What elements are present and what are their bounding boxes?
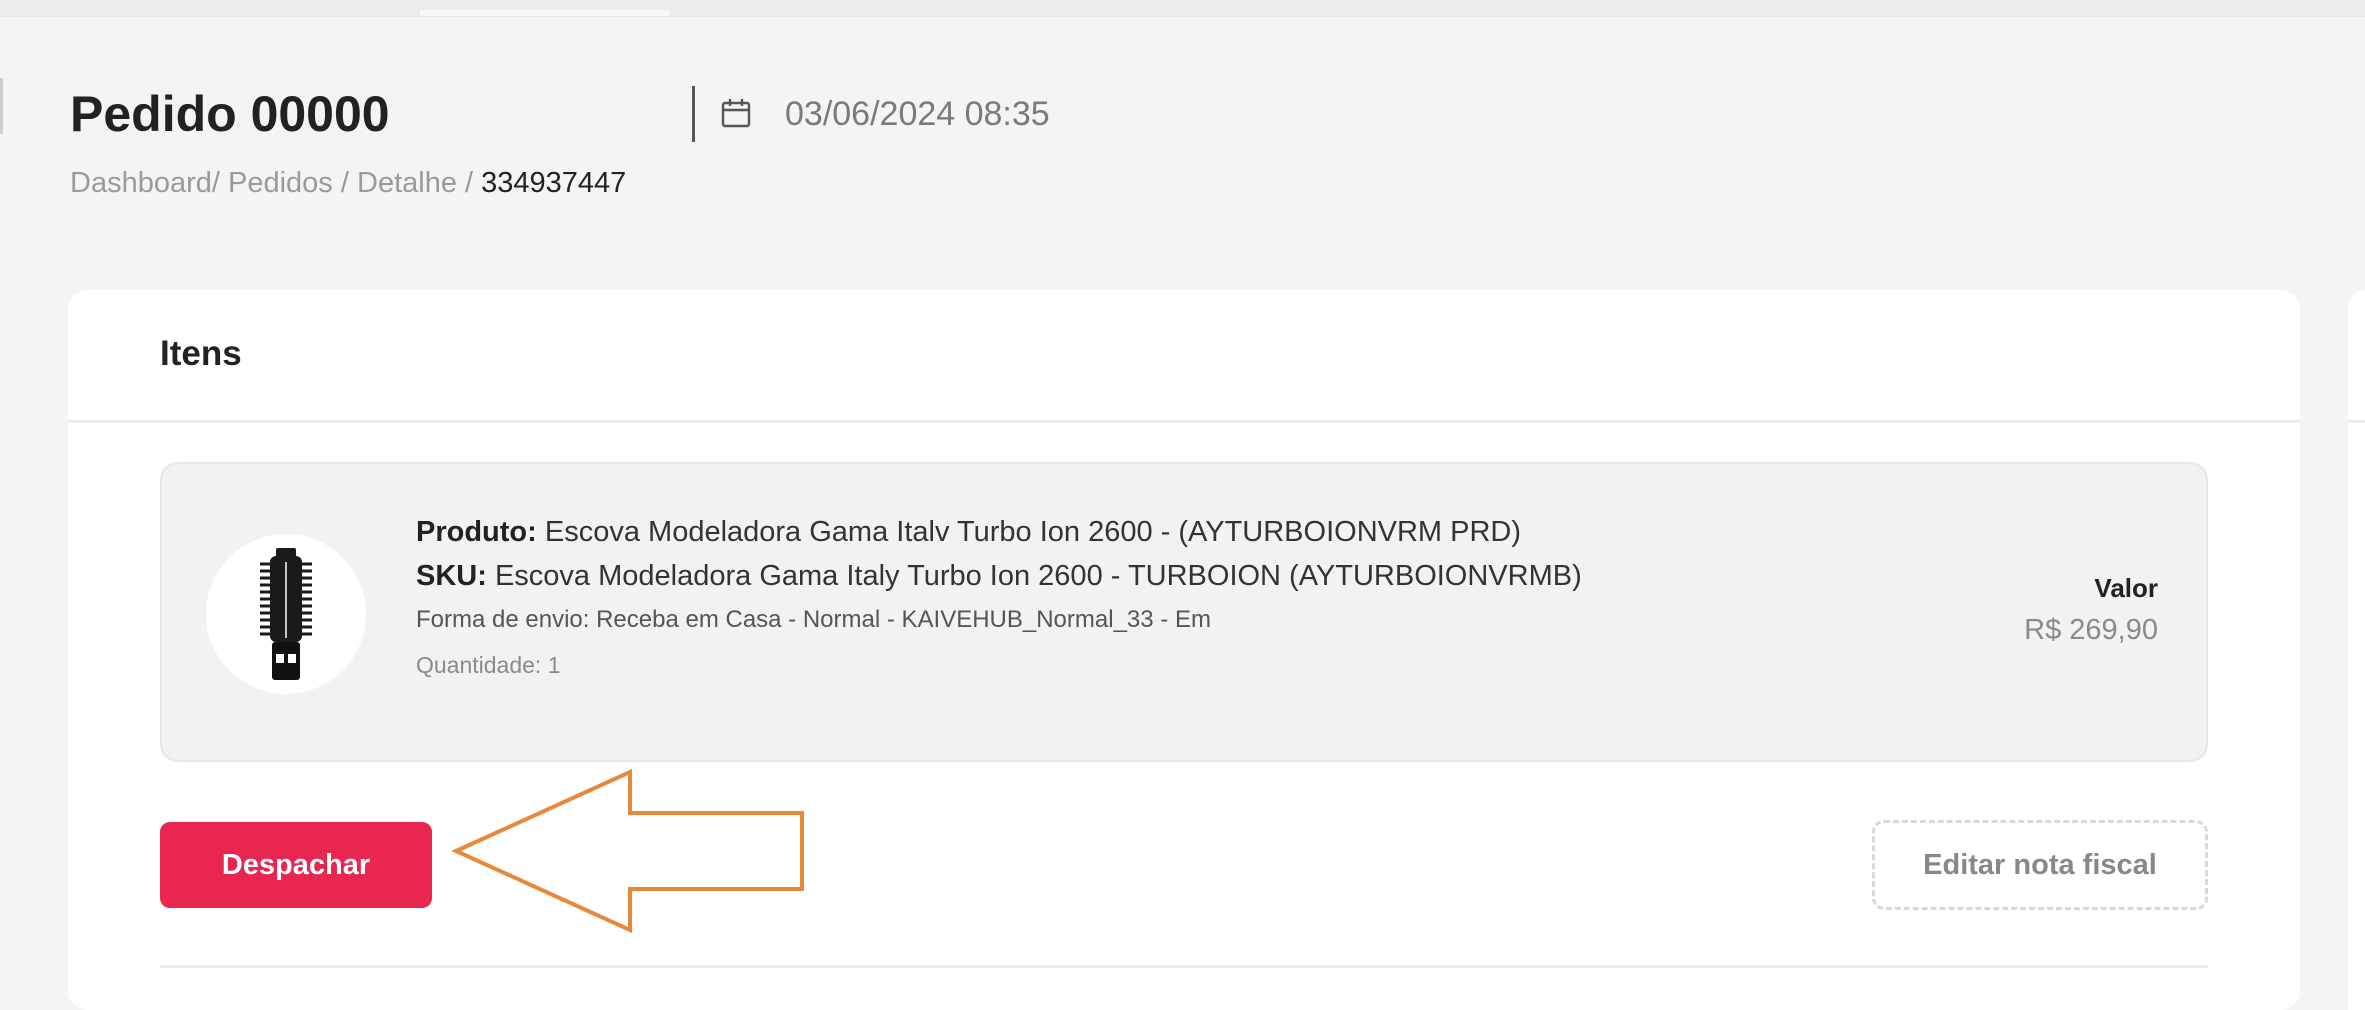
sku-value: Escova Modeladora Gama Italy Turbo Ion 2… [494,560,1582,592]
breadcrumb-separator: / [340,167,349,199]
sku-label: SKU: [416,560,487,592]
product-label: Produto: [416,516,537,548]
product-name: Escova Modeladora Gama Italv Turbo Ion 2… [544,516,1522,548]
item-quantity: Quantidade: 1 [416,652,561,678]
breadcrumb-current: 334937447 [481,167,627,199]
items-card-title: Itens [160,334,242,373]
items-card: Itens Produto: Escova Modeladora Gama It… [68,290,2300,1010]
breadcrumb-detalhe[interactable]: Detalhe [357,167,457,199]
breadcrumb-pedidos[interactable]: Pedidos [228,167,333,199]
hair-brush-icon [260,548,312,680]
sku-line: SKU: Escova Modeladora Gama Italy Turbo … [416,554,1582,598]
product-line: Produto: Escova Modeladora Gama Italv Tu… [416,510,1582,554]
dispatch-button[interactable]: Despachar [160,822,432,908]
page-title: Pedido 00000 [70,86,390,142]
title-divider [692,86,695,142]
value-amount: R$ 269,90 [2024,614,2158,646]
breadcrumb: Dashboard/ Pedidos / Detalhe / 334937447 [70,163,626,203]
top-bar [0,0,2365,17]
items-card-header: Itens [68,290,2300,423]
breadcrumb-separator: / [211,167,220,199]
breadcrumb-separator: / [465,167,474,199]
sidebar-edge [0,78,3,134]
calendar-icon [721,99,751,128]
value-label: Valor [2094,573,2158,603]
side-card-edge [2348,290,2365,1010]
card-divider [160,965,2208,968]
edit-invoice-button[interactable]: Editar nota fiscal [1872,820,2208,910]
top-bar-tab [420,10,670,16]
breadcrumb-dashboard[interactable]: Dashboard [70,167,212,199]
item-value: Valor R$ 269,90 [2024,568,2158,652]
order-item: Produto: Escova Modeladora Gama Italv Tu… [160,462,2208,762]
product-thumbnail [206,534,366,694]
arrow-annotation-icon [452,768,804,934]
order-date: 03/06/2024 08:35 [785,95,1050,133]
item-details: Produto: Escova Modeladora Gama Italv Tu… [416,510,1582,688]
shipping-method: Forma de envio: Receba em Casa - Normal … [416,606,1211,633]
side-card-divider [2348,420,2365,423]
